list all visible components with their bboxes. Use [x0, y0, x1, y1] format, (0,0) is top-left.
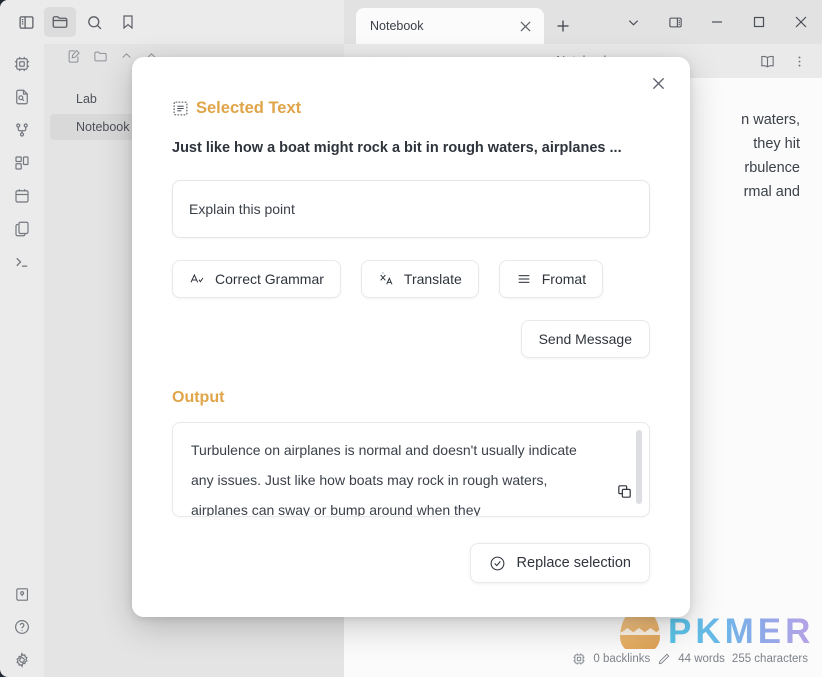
- pencil-icon: [657, 652, 671, 666]
- bookmark-icon[interactable]: [112, 7, 144, 37]
- new-folder-icon[interactable]: [93, 49, 108, 69]
- tab-close-icon[interactable]: [514, 15, 536, 37]
- sidebar-toggle-icon[interactable]: [10, 7, 42, 37]
- explorer-item-label: Lab: [76, 92, 97, 106]
- selected-text-quote: Just like how a boat might rock a bit in…: [172, 140, 622, 156]
- tab-strip: Notebook: [344, 0, 822, 44]
- settings-gear-icon[interactable]: [5, 644, 39, 676]
- status-bar: 0 backlinks 44 words 255 characters: [566, 649, 814, 669]
- output-textarea[interactable]: Turbulence on airplanes is normal and do…: [172, 422, 650, 517]
- translate-button[interactable]: Translate: [360, 260, 479, 298]
- grammar-icon: [189, 271, 205, 287]
- output-text: Turbulence on airplanes is normal and do…: [191, 442, 577, 517]
- title-bar: Notebook: [0, 0, 822, 44]
- prompt-input[interactable]: Explain this point: [172, 180, 650, 238]
- search-icon[interactable]: [78, 7, 110, 37]
- calendar-icon[interactable]: [5, 180, 39, 212]
- button-label: Send Message: [538, 331, 632, 347]
- format-icon: [516, 271, 532, 287]
- icon-rail: [0, 44, 44, 677]
- character-count: 255 characters: [731, 653, 808, 665]
- journal-icon[interactable]: [5, 578, 39, 610]
- modal-close-button[interactable]: [644, 69, 672, 97]
- minimize-button[interactable]: [696, 0, 738, 44]
- button-label: Fromat: [541, 271, 587, 287]
- window-controls: [612, 0, 822, 44]
- explorer-item-label: Notebook: [76, 120, 130, 134]
- ai-assistant-modal: Selected Text Just like how a boat might…: [132, 57, 690, 617]
- chip-icon[interactable]: [5, 48, 39, 80]
- selected-text-icon: [172, 100, 188, 117]
- grid-icon[interactable]: [5, 147, 39, 179]
- sort-icon[interactable]: [120, 50, 133, 68]
- selected-text-header: Selected Text: [172, 99, 650, 118]
- help-icon[interactable]: [5, 611, 39, 643]
- new-note-icon[interactable]: [66, 49, 81, 69]
- folder-icon[interactable]: [44, 7, 76, 37]
- output-scrollbar[interactable]: [636, 430, 642, 504]
- tab-notebook[interactable]: Notebook: [356, 8, 544, 44]
- backlinks-icon: [572, 652, 586, 666]
- button-label: Correct Grammar: [215, 271, 324, 287]
- button-label: Translate: [403, 271, 462, 287]
- replace-row: Replace selection: [172, 543, 650, 583]
- right-sidebar-icon[interactable]: [654, 0, 696, 44]
- copy-icon[interactable]: [613, 480, 635, 502]
- chevron-down-icon[interactable]: [612, 0, 654, 44]
- git-graph-icon[interactable]: [5, 114, 39, 146]
- replace-selection-button[interactable]: Replace selection: [469, 543, 650, 583]
- send-message-button[interactable]: Send Message: [520, 320, 650, 358]
- word-count: 44 words: [678, 653, 725, 665]
- button-label: Replace selection: [516, 555, 631, 571]
- quick-actions-row: Correct Grammar Translate Fromat: [172, 260, 650, 298]
- check-circle-icon: [489, 555, 506, 572]
- output-title: Output: [172, 389, 225, 406]
- left-toolbar: [0, 0, 344, 44]
- translate-icon: [378, 271, 394, 287]
- send-row: Send Message: [172, 320, 650, 358]
- correct-grammar-button[interactable]: Correct Grammar: [172, 260, 341, 298]
- terminal-icon[interactable]: [5, 246, 39, 278]
- app-window: Notebook Lab Notebook n waters, they hit…: [0, 0, 822, 677]
- close-window-button[interactable]: [780, 0, 822, 44]
- file-search-icon[interactable]: [5, 81, 39, 113]
- prompt-value: Explain this point: [189, 201, 295, 217]
- selected-text-title: Selected Text: [196, 99, 302, 117]
- maximize-button[interactable]: [738, 0, 780, 44]
- tab-label: Notebook: [370, 19, 424, 33]
- copy-files-icon[interactable]: [5, 213, 39, 245]
- new-tab-button[interactable]: [548, 8, 578, 44]
- format-button[interactable]: Fromat: [498, 260, 604, 298]
- backlinks-count: 0 backlinks: [593, 653, 651, 665]
